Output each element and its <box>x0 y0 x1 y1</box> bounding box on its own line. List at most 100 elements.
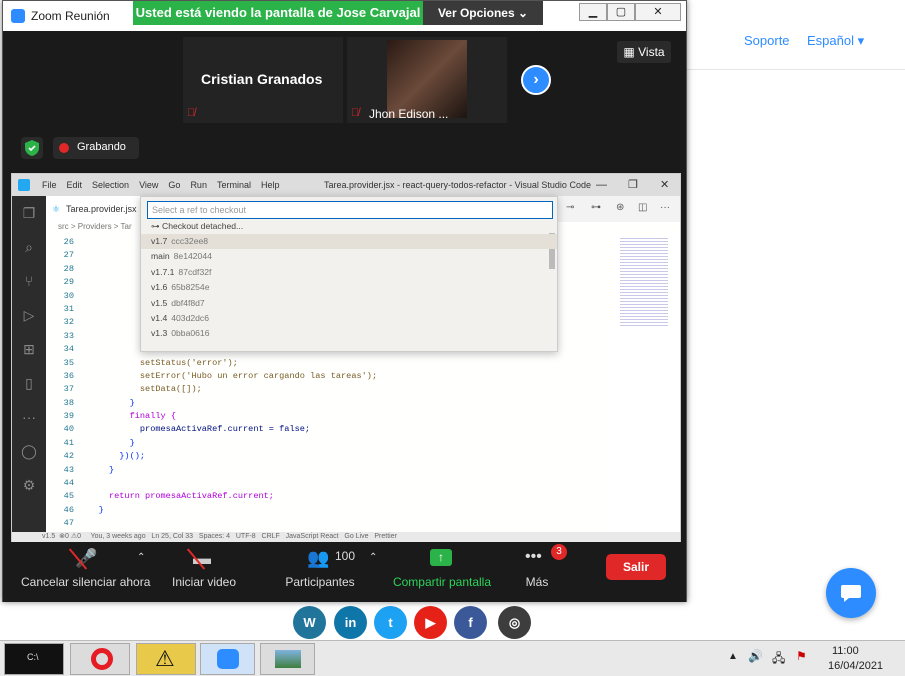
warning-taskbar-button[interactable]: ⚠ <box>136 643 196 675</box>
leave-button[interactable]: Salir <box>606 554 666 580</box>
support-link[interactable]: Soporte <box>744 33 790 48</box>
minimap[interactable] <box>610 236 680 532</box>
menu-terminal[interactable]: Terminal <box>217 174 251 196</box>
vscode-maximize-button[interactable]: ❐ <box>628 174 638 196</box>
participant-tile[interactable]: 🎙̸ Jhon Edison ... <box>347 37 507 123</box>
settings-gear-icon[interactable]: ⚙ <box>12 468 46 502</box>
git-commit-icon[interactable]: ⊶ <box>591 202 601 213</box>
code-line[interactable]: 35 setStatus('error'); <box>46 357 646 370</box>
grid-icon: ▦ <box>623 45 635 59</box>
explorer-icon[interactable]: ❐ <box>12 196 46 230</box>
participants-button[interactable]: 👥 100 ⌃ Participantes <box>281 542 381 602</box>
view-options-button[interactable]: Ver Opciones ⌄ <box>423 1 543 25</box>
ref-item[interactable]: v1.4 403d2dc6 <box>141 311 557 326</box>
tab-tarea-provider[interactable]: ⚛ Tarea.provider.jsx <box>46 196 146 222</box>
code-line[interactable]: 47 <box>46 517 646 530</box>
code-line[interactable]: 44 <box>46 477 646 490</box>
account-icon[interactable]: ◯ <box>12 434 46 468</box>
code-line[interactable]: 46 } <box>46 504 646 517</box>
opera-taskbar-button[interactable] <box>70 643 130 675</box>
participant-tile[interactable]: Cristian Granados 🎙̸ <box>183 37 343 123</box>
ref-item[interactable]: v1.6 65b8254e <box>141 280 557 295</box>
code-text: } <box>78 437 135 448</box>
git-compare-icon[interactable]: ⊸ <box>566 202 574 213</box>
participant-name: Jhon Edison ... <box>369 107 449 121</box>
open-changes-icon[interactable]: ⊛ <box>616 202 624 213</box>
menu-help[interactable]: Help <box>261 174 280 196</box>
more-icon[interactable]: ··· <box>12 400 46 434</box>
more-button[interactable]: ••• 3 Más <box>515 542 567 602</box>
source-control-icon[interactable]: ⑂ <box>12 264 46 298</box>
cmd-taskbar-button[interactable]: C:\ <box>4 643 64 675</box>
vscode-minimize-button[interactable]: — <box>596 174 607 196</box>
minimize-button[interactable]: ▁ <box>579 3 607 21</box>
code-line[interactable]: 39 finally { <box>46 410 646 423</box>
recording-label: Grabando <box>77 141 126 153</box>
checkout-quickpick: Select a ref to checkout ⊶ Checkout deta… <box>140 196 558 352</box>
menu-edit[interactable]: Edit <box>67 174 83 196</box>
code-line[interactable]: 37 setData([]); <box>46 383 646 396</box>
zoom-taskbar-button[interactable] <box>200 643 255 675</box>
clock-time[interactable]: 11:00 <box>832 645 859 657</box>
linkedin-icon[interactable]: in <box>334 606 367 639</box>
share-label: Compartir pantalla <box>392 575 492 589</box>
ref-item[interactable]: v1.7 ccc32ee8 <box>141 234 557 250</box>
ref-item[interactable]: v1.7.1 87cdf32f <box>141 265 557 280</box>
vscode-close-button[interactable]: ✕ <box>660 174 669 196</box>
recording-indicator[interactable]: Grabando <box>53 137 139 159</box>
network-icon[interactable]: 🖧 <box>772 649 785 670</box>
ref-item[interactable]: main 8e142044 <box>141 249 557 264</box>
menu-view[interactable]: View <box>139 174 158 196</box>
shared-screen-vscode: File Edit Selection View Go Run Terminal Help T… <box>11 173 681 543</box>
security-badge[interactable] <box>21 137 43 159</box>
run-debug-icon[interactable]: ▷ <box>12 298 46 332</box>
ref-item[interactable]: v1.3 0bba0616 <box>141 326 557 341</box>
wordpress-icon[interactable]: W <box>293 606 326 639</box>
line-number: 30 <box>63 290 74 301</box>
zoom-control-bar: 🎤 ⌃ Cancelar silenciar ahora ▬ Iniciar v… <box>3 542 686 602</box>
line-number: 44 <box>63 478 74 489</box>
twitter-icon[interactable]: t <box>374 606 407 639</box>
code-line[interactable]: 42 })(); <box>46 450 646 463</box>
ref-search-input[interactable]: Select a ref to checkout <box>147 201 553 219</box>
instagram-icon[interactable]: ◎ <box>498 606 531 639</box>
share-screen-button[interactable]: ↑ Compartir pantalla <box>387 542 497 602</box>
vscode-title: Tarea.provider.jsx - react-query-todos-r… <box>324 180 591 190</box>
code-line[interactable]: 36 setError('Hubo un error cargando las … <box>46 370 646 383</box>
code-line[interactable]: 45 return promesaActivaRef.current; <box>46 490 646 503</box>
checkout-detached-item[interactable]: ⊶ Checkout detached... <box>141 219 557 234</box>
menu-file[interactable]: File <box>42 174 57 196</box>
extensions-icon[interactable]: ⊞ <box>12 332 46 366</box>
chevron-up-icon[interactable]: ⌃ <box>369 552 377 563</box>
mute-button[interactable]: 🎤 ⌃ Cancelar silenciar ahora <box>17 542 157 602</box>
code-line[interactable]: 38 } <box>46 397 646 410</box>
view-button[interactable]: ▦ Vista <box>617 41 671 63</box>
language-dropdown[interactable]: Español ▾ <box>807 33 864 49</box>
maximize-button[interactable]: ▢ <box>607 3 635 21</box>
chat-button[interactable] <box>826 568 876 618</box>
youtube-icon[interactable]: ▶ <box>414 606 447 639</box>
clock-date[interactable]: 16/04/2021 <box>828 660 883 672</box>
flag-icon[interactable]: ⚑ <box>796 649 807 663</box>
menu-selection[interactable]: Selection <box>92 174 129 196</box>
search-icon[interactable]: ⌕ <box>12 230 46 264</box>
next-page-button[interactable]: › <box>521 65 551 95</box>
code-line[interactable]: 43 } <box>46 464 646 477</box>
photos-taskbar-button[interactable] <box>260 643 315 675</box>
bookmark-icon[interactable]: ▯ <box>12 366 46 400</box>
ref-item[interactable]: v1.5 dbf4f8d7 <box>141 296 557 311</box>
status-bar: v1.5 ⊗0 ⚠0 You, 3 weeks ago Ln 25, Col 3… <box>12 532 680 542</box>
facebook-icon[interactable]: f <box>454 606 487 639</box>
menu-run[interactable]: Run <box>190 174 207 196</box>
volume-icon[interactable]: 🔊 <box>748 649 763 663</box>
tray-arrow-icon[interactable]: ▲ <box>728 651 738 662</box>
chevron-up-icon[interactable]: ⌃ <box>137 552 145 563</box>
activity-bar: ❐ ⌕ ⑂ ▷ ⊞ ▯ ··· ◯ ⚙ <box>12 196 46 532</box>
more-actions-icon[interactable]: ··· <box>660 202 670 213</box>
close-button[interactable]: ✕ <box>635 3 681 21</box>
code-line[interactable]: 41 } <box>46 437 646 450</box>
video-button[interactable]: ▬ Iniciar video <box>165 542 243 602</box>
code-line[interactable]: 40 promesaActivaRef.current = false; <box>46 423 646 436</box>
menu-go[interactable]: Go <box>168 174 180 196</box>
split-editor-icon[interactable]: ◫ <box>638 202 647 213</box>
